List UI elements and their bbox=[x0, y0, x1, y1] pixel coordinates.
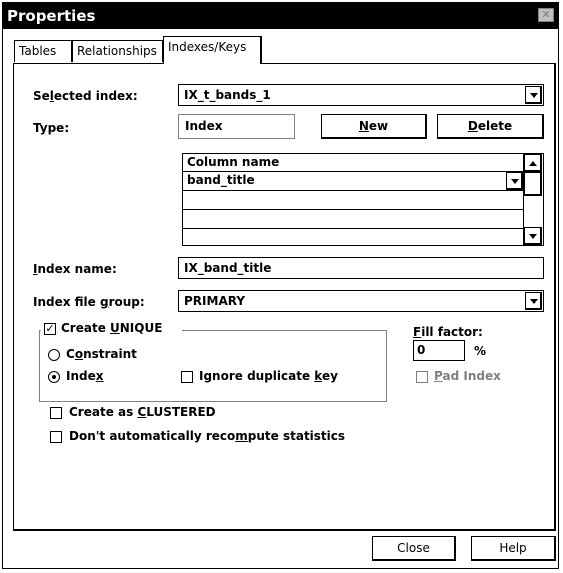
selected-index-dropdown[interactable]: IX_t_bands_1 bbox=[178, 84, 544, 106]
create-unique-legend: ✓ Create UNIQUE bbox=[41, 321, 182, 337]
selected-index-label: Selected index: bbox=[33, 89, 138, 103]
arrow-up-icon[interactable] bbox=[524, 154, 542, 172]
index-name-field[interactable]: IX_band_title bbox=[178, 257, 544, 279]
scroll-thumb[interactable] bbox=[524, 172, 542, 196]
create-unique-group bbox=[39, 330, 387, 402]
recompute-statistics-checkbox[interactable] bbox=[50, 431, 62, 443]
index-option-label: Index bbox=[66, 369, 104, 383]
pad-index-checkbox[interactable] bbox=[416, 371, 428, 383]
file-group-label: Index file group: bbox=[33, 295, 145, 309]
ignore-duplicate-key-checkbox[interactable] bbox=[181, 371, 193, 383]
recompute-statistics-label: Don't automatically recompute statistics bbox=[69, 429, 346, 443]
help-button[interactable]: Help bbox=[471, 536, 556, 561]
file-group-dropdown[interactable]: PRIMARY bbox=[178, 290, 544, 312]
fill-factor-unit: % bbox=[474, 344, 487, 358]
index-columns-grid: Column name band_title bbox=[182, 153, 544, 246]
create-clustered-checkbox[interactable] bbox=[50, 407, 62, 419]
selected-index-value: IX_t_bands_1 bbox=[184, 88, 271, 102]
tab-tables[interactable]: Tables bbox=[14, 40, 72, 62]
window-title: Properties bbox=[7, 7, 96, 25]
fill-factor-field[interactable]: 0 bbox=[413, 340, 465, 361]
create-unique-checkbox[interactable]: ✓ bbox=[44, 323, 56, 335]
chevron-down-icon[interactable] bbox=[525, 86, 542, 104]
close-window-icon[interactable]: ✕ bbox=[538, 8, 554, 22]
tab-relationships[interactable]: Relationships bbox=[72, 40, 163, 62]
index-name-label: Index name: bbox=[33, 262, 117, 276]
constraint-radio[interactable] bbox=[48, 349, 60, 361]
title-bar: Properties ✕ bbox=[3, 3, 558, 29]
column-row[interactable] bbox=[183, 210, 523, 229]
constraint-label: Constraint bbox=[66, 347, 137, 361]
type-label: Type: bbox=[33, 121, 70, 135]
file-group-value: PRIMARY bbox=[184, 294, 246, 308]
create-unique-label: Create UNIQUE bbox=[61, 321, 163, 335]
column-row-value: band_title bbox=[187, 173, 255, 187]
chevron-down-icon[interactable] bbox=[525, 292, 542, 310]
properties-dialog: Properties ✕ Tables Relationships Indexe… bbox=[2, 2, 559, 569]
arrow-down-icon[interactable] bbox=[524, 227, 542, 245]
delete-button[interactable]: Delete bbox=[437, 114, 544, 139]
ignore-duplicate-key-label: Ignore duplicate key bbox=[199, 369, 338, 383]
index-radio[interactable] bbox=[48, 371, 60, 383]
column-row[interactable]: band_title bbox=[183, 172, 523, 191]
fill-factor-label: Fill factor: bbox=[413, 325, 483, 339]
new-button[interactable]: New bbox=[321, 114, 427, 139]
column-row[interactable] bbox=[183, 191, 523, 210]
column-name-header: Column name bbox=[183, 154, 523, 172]
pad-index-label: Pad Index bbox=[434, 369, 501, 383]
chevron-down-icon[interactable] bbox=[506, 172, 523, 190]
create-clustered-label: Create as CLUSTERED bbox=[69, 405, 216, 419]
grid-scrollbar[interactable] bbox=[523, 154, 543, 245]
close-button[interactable]: Close bbox=[372, 536, 456, 561]
tab-indexes-keys[interactable]: Indexes/Keys bbox=[163, 36, 262, 64]
type-value: Index bbox=[178, 114, 295, 139]
